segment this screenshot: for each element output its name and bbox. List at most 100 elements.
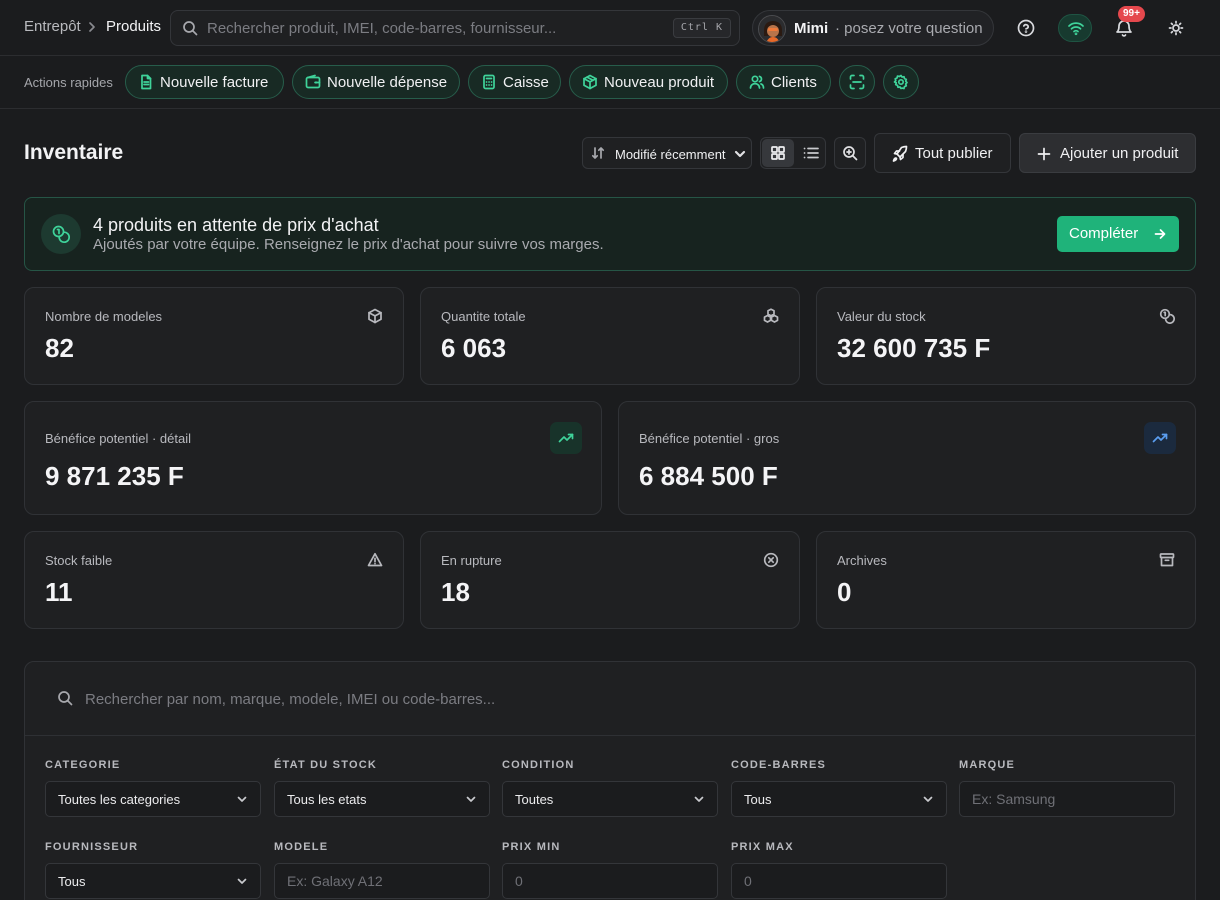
stock-state-value: Tous les etats xyxy=(287,792,367,807)
new-expense-button[interactable]: Nouvelle dépense xyxy=(292,65,460,99)
quick-actions-label: Actions rapides xyxy=(24,75,113,90)
top-bar: Entrepôt Produits Ctrl K Mimi · posez vo… xyxy=(0,0,1220,56)
alert-title: 4 produits en attente de prix d'achat xyxy=(93,215,379,235)
stat-label: Nombre de modeles xyxy=(45,309,163,324)
stat-value: 11 xyxy=(45,577,73,607)
global-search[interactable]: Ctrl K xyxy=(170,10,740,46)
chevron-down-icon xyxy=(465,793,477,805)
clients-label: Clients xyxy=(771,74,817,91)
brand-label: MARQUE xyxy=(959,759,1016,771)
theme-toggle-button[interactable] xyxy=(1162,14,1190,42)
settings-button[interactable] xyxy=(883,65,919,99)
brand-input[interactable] xyxy=(972,782,1162,816)
supplier-label: FOURNISSEUR xyxy=(45,841,139,853)
stat-value: 0 xyxy=(837,577,852,607)
users-icon xyxy=(749,74,765,90)
arrow-right-icon xyxy=(1153,227,1167,241)
shortcut-hint: Ctrl K xyxy=(672,18,731,38)
stat-card-archives: Archives 0 xyxy=(816,531,1196,629)
stat-value: 82 xyxy=(45,333,74,363)
product-search xyxy=(25,662,1195,736)
new-product-button[interactable]: Nouveau produit xyxy=(569,65,728,99)
new-expense-label: Nouvelle dépense xyxy=(327,74,448,91)
x-circle-icon xyxy=(763,552,779,568)
supplier-select[interactable]: Tous xyxy=(45,863,261,899)
wifi-icon xyxy=(1068,22,1084,36)
product-search-input[interactable] xyxy=(85,682,1165,716)
view-toggle xyxy=(760,137,826,169)
alert-subtitle: Ajoutés par votre équipe. Renseignez le … xyxy=(93,236,604,253)
list-view-button[interactable] xyxy=(796,139,826,167)
zoom-button[interactable] xyxy=(834,137,866,169)
clients-button[interactable]: Clients xyxy=(736,65,831,99)
stat-value: 32 600 735 F xyxy=(837,333,991,363)
cash-register-label: Caisse xyxy=(503,74,549,91)
new-product-label: Nouveau produit xyxy=(604,74,715,91)
search-icon xyxy=(57,690,73,706)
stock-state-label: ÉTAT DU STOCK xyxy=(274,759,377,771)
sort-value: Modifié récemment xyxy=(615,147,726,162)
barcode-value: Tous xyxy=(744,792,772,807)
price-max-label: PRIX MAX xyxy=(731,841,794,853)
quick-actions-bar: Actions rapides Nouvelle facture Nouvell… xyxy=(0,56,1220,109)
chevron-right-icon xyxy=(87,21,97,33)
stat-card-profit-wholesale: Bénéfice potentiel · gros 6 884 500 F xyxy=(618,401,1196,515)
stock-state-select[interactable]: Tous les etats xyxy=(274,781,490,817)
search-icon xyxy=(182,20,198,36)
sort-icon xyxy=(591,146,605,160)
price-max-field xyxy=(731,863,947,899)
model-label: MODELE xyxy=(274,841,329,853)
page-title: Inventaire xyxy=(24,141,124,164)
stat-value: 9 871 235 F xyxy=(45,461,184,491)
complete-button[interactable]: Compléter xyxy=(1057,216,1179,252)
barcode-select[interactable]: Tous xyxy=(731,781,947,817)
help-button[interactable] xyxy=(1012,14,1040,42)
model-input[interactable] xyxy=(287,864,477,898)
stat-card-low-stock: Stock faible 11 xyxy=(24,531,404,629)
category-value: Toutes les categories xyxy=(58,792,181,807)
model-field xyxy=(274,863,490,899)
sort-select[interactable]: Modifié récemment xyxy=(582,137,752,169)
chevron-down-icon xyxy=(236,875,248,887)
coins-icon xyxy=(1159,308,1175,324)
stat-card-profit-retail: Bénéfice potentiel · détail 9 871 235 F xyxy=(24,401,602,515)
stat-value: 18 xyxy=(441,577,470,607)
scan-button[interactable] xyxy=(839,65,875,99)
stat-card-stock-value: Valeur du stock 32 600 735 F xyxy=(816,287,1196,385)
price-min-label: PRIX MIN xyxy=(502,841,561,853)
notification-badge: 99+ xyxy=(1118,6,1145,22)
stat-label: Quantite totale xyxy=(441,309,526,324)
price-min-field xyxy=(502,863,718,899)
archive-icon xyxy=(1159,552,1175,568)
stat-label: Stock faible xyxy=(45,553,113,568)
condition-select[interactable]: Toutes xyxy=(502,781,718,817)
publish-all-label: Tout publier xyxy=(915,145,993,162)
avatar xyxy=(758,15,786,43)
stat-label: Bénéfice potentiel · gros xyxy=(639,431,780,446)
new-invoice-label: Nouvelle facture xyxy=(160,74,269,91)
publish-all-button[interactable]: Tout publier xyxy=(874,133,1011,173)
barcode-label: CODE-BARRES xyxy=(731,759,827,771)
price-min-input[interactable] xyxy=(515,864,705,898)
coins-icon xyxy=(41,214,81,254)
grid-icon xyxy=(771,146,785,160)
scan-icon xyxy=(849,74,865,90)
category-select[interactable]: Toutes les categories xyxy=(45,781,261,817)
complete-label: Compléter xyxy=(1069,225,1139,242)
price-max-input[interactable] xyxy=(744,864,934,898)
assistant-button[interactable]: Mimi · posez votre question xyxy=(752,10,994,46)
breadcrumb-parent[interactable]: Entrepôt xyxy=(24,18,81,35)
stat-value: 6 884 500 F xyxy=(639,461,778,491)
connection-status-button[interactable] xyxy=(1058,14,1092,42)
breadcrumb-current: Produits xyxy=(106,18,162,35)
cash-register-button[interactable]: Caisse xyxy=(468,65,561,99)
new-invoice-button[interactable]: Nouvelle facture xyxy=(125,65,284,99)
add-product-button[interactable]: Ajouter un produit xyxy=(1019,133,1196,173)
grid-view-button[interactable] xyxy=(762,139,794,167)
gear-icon xyxy=(893,74,909,90)
global-search-input[interactable] xyxy=(207,11,677,45)
rocket-icon xyxy=(891,145,909,163)
calculator-icon xyxy=(481,74,497,90)
package-icon xyxy=(582,74,598,90)
stat-label: Archives xyxy=(837,553,887,568)
